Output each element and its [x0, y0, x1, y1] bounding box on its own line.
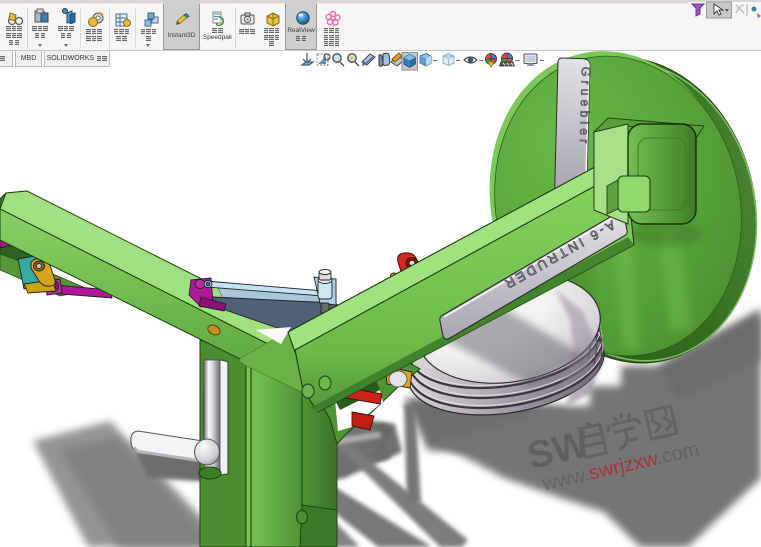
svg-text:Gruebler: Gruebler	[577, 66, 593, 147]
